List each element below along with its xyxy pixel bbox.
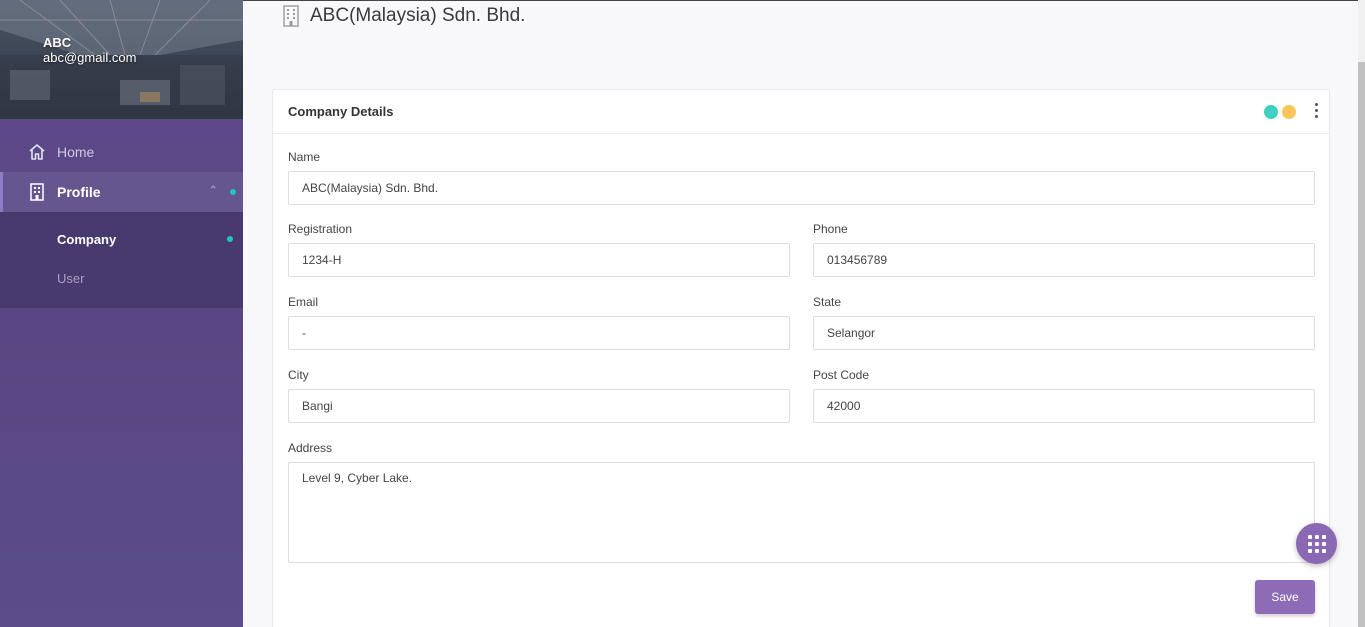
page-title: ABC(Malaysia) Sdn. Bhd.	[281, 5, 525, 27]
apps-menu-button[interactable]	[1296, 523, 1337, 564]
address-label: Address	[288, 441, 333, 455]
postcode-input[interactable]	[813, 389, 1315, 423]
sidebar-nav: Home Profile ⌃ Company User	[0, 119, 243, 308]
name-label: Name	[288, 150, 321, 164]
city-label: City	[288, 368, 309, 382]
grid-icon	[1307, 534, 1326, 553]
sidebar-item-profile[interactable]: Profile ⌃	[0, 172, 243, 212]
user-email: abc@gmail.com	[43, 50, 137, 65]
phone-input[interactable]	[813, 243, 1315, 277]
page-title-text: ABC(Malaysia) Sdn. Bhd.	[310, 5, 526, 26]
name-field-group: Name	[288, 150, 1315, 205]
sidebar-item-label: Profile	[57, 184, 101, 200]
email-input[interactable]	[288, 316, 790, 350]
active-indicator-dot	[230, 189, 236, 195]
profile-submenu: Company User	[0, 212, 243, 308]
phone-field-group: Phone	[813, 222, 1315, 277]
sidebar-subitem-company[interactable]: Company	[0, 220, 243, 259]
active-indicator-dot	[227, 236, 233, 242]
company-details-card: Company Details Name Registration Phone …	[272, 89, 1330, 627]
city-input[interactable]	[288, 389, 790, 423]
card-header: Company Details	[273, 90, 1329, 134]
chevron-up-icon: ⌃	[209, 185, 218, 196]
postcode-label: Post Code	[813, 368, 870, 382]
registration-field-group: Registration	[288, 222, 790, 277]
email-field-group: Email	[288, 295, 790, 350]
save-button[interactable]: Save	[1255, 580, 1315, 614]
postcode-field-group: Post Code	[813, 368, 1315, 423]
status-dot-teal	[1264, 105, 1278, 119]
card-status-dots	[1264, 105, 1296, 119]
sidebar-item-label: Home	[57, 144, 95, 160]
card-title: Company Details	[288, 104, 394, 119]
phone-label: Phone	[813, 222, 848, 236]
sidebar-header: ABC abc@gmail.com	[0, 0, 243, 119]
sidebar: ABC abc@gmail.com Home Profile ⌃ Company…	[0, 0, 243, 627]
state-label: State	[813, 295, 842, 309]
address-field-group: Address Level 9, Cyber Lake.	[288, 441, 1315, 568]
scrollbar-thumb[interactable]	[1358, 62, 1365, 627]
subitem-label: User	[57, 271, 85, 286]
vertical-scrollbar[interactable]	[1358, 0, 1365, 627]
building-icon	[281, 5, 301, 27]
main-content: ABC(Malaysia) Sdn. Bhd. Company Details …	[243, 0, 1358, 627]
more-options-icon[interactable]	[1313, 103, 1319, 118]
state-field-group: State	[813, 295, 1315, 350]
state-input[interactable]	[813, 316, 1315, 350]
building-icon	[28, 183, 46, 201]
subitem-label: Company	[57, 232, 117, 247]
registration-label: Registration	[288, 222, 353, 236]
home-icon	[28, 143, 46, 161]
name-input[interactable]	[288, 171, 1315, 205]
city-field-group: City	[288, 368, 790, 423]
sidebar-subitem-user[interactable]: User	[0, 259, 243, 298]
status-dot-yellow	[1282, 105, 1296, 119]
user-name: ABC	[43, 35, 72, 50]
registration-input[interactable]	[288, 243, 790, 277]
email-label: Email	[288, 295, 319, 309]
address-textarea[interactable]: Level 9, Cyber Lake.	[288, 462, 1315, 563]
sidebar-item-home[interactable]: Home	[0, 132, 243, 172]
